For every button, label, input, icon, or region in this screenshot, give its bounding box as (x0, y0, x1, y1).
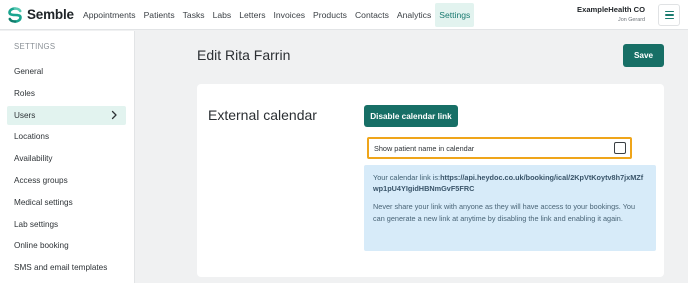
chevron-right-icon (110, 110, 118, 120)
nav-appointments[interactable]: Appointments (79, 0, 140, 30)
top-navigation-bar: Semble Appointments Patients Tasks Labs Lett… (0, 0, 688, 30)
show-patient-name-label: Show patient name in calendar (374, 143, 475, 153)
page-title: Edit Rita Farrin (197, 47, 291, 63)
main-nav: Appointments Patients Tasks Labs Letters Invo… (79, 0, 475, 30)
hamburger-icon-bar (664, 14, 674, 16)
sidebar-item-label: SMS and email templates (14, 263, 108, 273)
nav-products[interactable]: Products (309, 0, 351, 30)
calendar-link-warning: Never share your link with anyone as the… (373, 202, 636, 223)
sidebar-item-label: Users (14, 110, 36, 120)
sidebar-item-label: Lab settings (14, 219, 59, 229)
sidebar-item-online-booking[interactable]: Online booking (7, 236, 126, 255)
hamburger-icon-bar (664, 10, 674, 13)
sidebar-item-label: Locations (14, 132, 50, 142)
nav-analytics[interactable]: Analytics (393, 0, 435, 30)
calendar-link-prefix: Your calendar link is: (373, 173, 441, 182)
nav-tasks[interactable]: Tasks (179, 0, 209, 30)
hamburger-icon-bar (664, 17, 674, 20)
calendar-link-info: Your calendar link is:https://api.heydoc… (364, 165, 656, 251)
sidebar-item-availability[interactable]: Availability (7, 149, 126, 168)
semble-logo-icon (7, 6, 23, 23)
app-logo[interactable]: Semble (7, 6, 77, 23)
save-button[interactable]: Save (623, 44, 664, 67)
nav-settings[interactable]: Settings (435, 2, 475, 27)
account-info[interactable]: ExampleHealth CO Jon Gerard (577, 5, 645, 23)
nav-letters[interactable]: Letters (235, 0, 269, 30)
calendar-link-text: Your calendar link is:https://api.heydoc… (373, 172, 647, 194)
show-patient-name-checkbox[interactable] (614, 142, 626, 154)
sidebar-item-locations[interactable]: Locations (7, 127, 126, 146)
app-name: Semble (27, 7, 74, 22)
account-user: Jon Gerard (618, 17, 645, 23)
nav-labs[interactable]: Labs (209, 0, 236, 30)
sidebar-item-roles[interactable]: Roles (7, 84, 126, 103)
sidebar-item-label: Access groups (14, 176, 68, 185)
sidebar-item-label: Online booking (14, 241, 69, 251)
sidebar-item-label: Medical settings (14, 197, 73, 207)
sidebar-item-medical-settings[interactable]: Medical settings (7, 193, 126, 212)
sidebar-item-label: General (14, 67, 44, 76)
nav-patients[interactable]: Patients (140, 0, 179, 30)
sidebar-item-access-groups[interactable]: Access groups (7, 171, 126, 190)
sidebar-item-label: Roles (14, 88, 35, 98)
show-patient-name-row[interactable]: Show patient name in calendar (367, 137, 632, 159)
disable-calendar-link-button[interactable]: Disable calendar link (364, 105, 458, 127)
nav-invoices[interactable]: Invoices (270, 0, 310, 30)
account-org: ExampleHealth CO (577, 5, 645, 14)
hamburger-menu-button[interactable] (658, 4, 680, 26)
sidebar-heading: SETTINGS (14, 42, 56, 51)
sidebar-item-general[interactable]: General (7, 62, 126, 81)
sidebar-item-users[interactable]: Users (7, 105, 126, 125)
sidebar-item-lab-settings[interactable]: Lab settings (7, 215, 126, 234)
section-title-external-calendar: External calendar (208, 107, 317, 123)
sidebar-item-label: Availability (14, 154, 53, 164)
nav-contacts[interactable]: Contacts (351, 0, 393, 30)
sidebar-item-sms-and-email-templates[interactable]: SMS and email templates (7, 258, 126, 277)
settings-sidebar: SETTINGS General Roles Users Locations Avail… (0, 31, 135, 283)
